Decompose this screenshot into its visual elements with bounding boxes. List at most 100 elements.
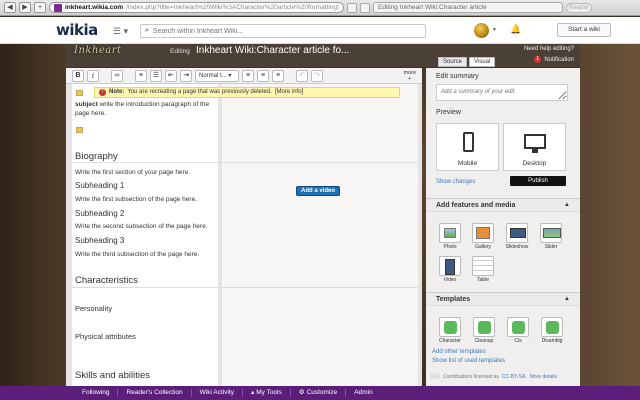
- intro-paragraph[interactable]: subject write the introduction paragraph…: [75, 100, 209, 118]
- add-video-button[interactable]: Add a video: [296, 186, 340, 196]
- subheading-3-text[interactable]: Write the third subsection of the page h…: [75, 250, 199, 259]
- heading-skills[interactable]: Skills and abilities: [75, 370, 150, 381]
- collapse-icon[interactable]: ▲: [564, 202, 570, 208]
- refresh-icon[interactable]: [347, 2, 357, 13]
- edit-summary-input[interactable]: [436, 84, 568, 101]
- heading-biography[interactable]: Biography: [75, 151, 118, 162]
- notification-link[interactable]: 1 Notification: [534, 56, 574, 63]
- template-label: Cleanup: [474, 338, 494, 344]
- features-title: Add features and media: [436, 202, 516, 209]
- feature-label: Gallery: [475, 244, 491, 250]
- url-path: /index.php?title=Inkheart%20Wiki%3AChara…: [126, 4, 339, 11]
- preview-mobile-button[interactable]: Mobile: [436, 123, 499, 171]
- numbered-list-icon[interactable]: ☰: [150, 69, 162, 82]
- feature-video[interactable]: Video: [438, 256, 462, 284]
- video-icon: [439, 256, 461, 276]
- bookmark-icon[interactable]: [360, 2, 370, 13]
- undo-icon[interactable]: ↶: [296, 69, 308, 82]
- heading-subheading-3[interactable]: Subheading 3: [75, 236, 124, 245]
- templates-title: Templates: [436, 296, 471, 303]
- link-icon[interactable]: ∞: [111, 69, 123, 82]
- image-placeholder-icon[interactable]: [76, 127, 83, 133]
- align-center-icon[interactable]: ≡: [257, 69, 269, 82]
- chevron-down-icon[interactable]: ▼: [492, 27, 497, 33]
- template-cls[interactable]: Cls: [506, 317, 530, 345]
- template-character[interactable]: Character: [438, 317, 462, 345]
- wiki-wordmark[interactable]: Inkheart: [74, 45, 134, 65]
- add-other-templates-link[interactable]: Add other templates: [432, 349, 486, 355]
- image-placeholder-icon[interactable]: [76, 90, 83, 96]
- heading-subheading-2[interactable]: Subheading 2: [75, 209, 124, 218]
- align-left-icon[interactable]: ≡: [242, 69, 254, 82]
- subheading-1-text[interactable]: Write the first subsection of the page h…: [75, 195, 197, 204]
- wikia-logo[interactable]: wikia: [56, 21, 98, 39]
- subheading-2-text[interactable]: Write the second subsection of the page …: [75, 222, 208, 231]
- search-input[interactable]: [152, 27, 421, 35]
- infobox-column[interactable]: [222, 84, 418, 386]
- toolbar-readers-collection[interactable]: Reader's Collection: [118, 389, 192, 397]
- tab-source[interactable]: Source: [438, 57, 468, 67]
- page-title-field[interactable]: Editing Inkheart Wiki:Character article: [373, 2, 563, 13]
- heading-physical-attributes[interactable]: Physical attributes: [75, 332, 136, 341]
- feature-slideshow[interactable]: Slideshow: [505, 223, 529, 251]
- license-details-link[interactable]: More details: [530, 374, 557, 380]
- toolbar-customize[interactable]: ⚙ Customize: [291, 389, 347, 397]
- search-box[interactable]: ⌕: [140, 24, 426, 38]
- feature-label: Table: [477, 277, 489, 283]
- monitor-stand: [532, 149, 538, 153]
- puzzle-piece: [444, 321, 457, 334]
- start-wiki-button[interactable]: Start a wiki: [557, 23, 611, 37]
- biography-text[interactable]: Write the first section of your page her…: [75, 168, 190, 177]
- show-used-templates-link[interactable]: Show list of used templates: [432, 358, 505, 364]
- feature-photo[interactable]: Photo: [438, 223, 462, 251]
- tab-visual[interactable]: Visual: [469, 57, 496, 67]
- hamburger-menu-icon[interactable]: ☰ ▾: [113, 26, 128, 37]
- warning-icon: !: [99, 89, 106, 96]
- heading-personality[interactable]: Personality: [75, 304, 112, 313]
- preview-desktop-button[interactable]: Desktop: [503, 123, 566, 171]
- templates-header[interactable]: Templates ▲: [426, 292, 580, 306]
- toolbar-admin[interactable]: Admin: [346, 389, 380, 397]
- feature-slider[interactable]: Slider: [539, 223, 563, 251]
- feature-table[interactable]: Table: [471, 256, 495, 284]
- preview-title: Preview: [436, 109, 461, 116]
- show-changes-link[interactable]: Show changes: [436, 179, 475, 185]
- edit-area[interactable]: ! Note: You are recreating a page that w…: [66, 84, 422, 386]
- template-cleanup[interactable]: Cleanup: [472, 317, 496, 345]
- publish-button[interactable]: Publish: [510, 176, 566, 186]
- help-editing-link[interactable]: Need help editing?: [524, 46, 574, 52]
- notification-label: Notification: [544, 56, 574, 63]
- indent-icon[interactable]: ⇥: [180, 69, 192, 82]
- template-disambig[interactable]: Disambig: [540, 317, 564, 345]
- favicon-icon: [54, 3, 62, 12]
- reader-button[interactable]: Reader: [566, 2, 592, 13]
- features-header[interactable]: Add features and media ▲: [426, 198, 580, 212]
- add-bookmark-icon[interactable]: +: [34, 2, 46, 13]
- address-bar[interactable]: inkheart.wikia.com /index.php?title=Inkh…: [49, 2, 344, 13]
- redo-icon[interactable]: ↷: [311, 69, 323, 82]
- notifications-bell-icon[interactable]: 🔔: [510, 24, 521, 35]
- align-right-icon[interactable]: ≡: [272, 69, 284, 82]
- intro-text: write the introduction paragraph of the: [99, 101, 210, 108]
- italic-button[interactable]: i: [87, 69, 99, 82]
- toolbar-following[interactable]: Following: [74, 389, 119, 397]
- note-label: Note:: [109, 89, 125, 95]
- bullet-list-icon[interactable]: ≡: [135, 69, 147, 82]
- puzzle-icon: [439, 317, 461, 337]
- tab-title: Editing Inkheart Wiki:Character article: [378, 4, 487, 11]
- format-select[interactable]: Normal t... ▾: [195, 69, 239, 82]
- avatar[interactable]: [474, 23, 489, 38]
- heading-subheading-1[interactable]: Subheading 1: [75, 181, 124, 190]
- collapse-icon[interactable]: ▲: [564, 296, 570, 302]
- toolbar-wiki-activity[interactable]: Wiki Activity: [192, 389, 243, 397]
- forward-icon[interactable]: ▶: [19, 2, 31, 13]
- license-link[interactable]: CC-BY-SA.: [502, 374, 527, 380]
- feature-gallery[interactable]: Gallery: [471, 223, 495, 251]
- heading-characteristics[interactable]: Characteristics: [75, 275, 138, 286]
- back-icon[interactable]: ◀: [4, 2, 16, 13]
- outdent-icon[interactable]: ⇤: [165, 69, 177, 82]
- more-info-link[interactable]: [More info]: [275, 88, 303, 97]
- more-button[interactable]: more +: [403, 70, 416, 82]
- toolbar-my-tools[interactable]: ▴ My Tools: [243, 389, 291, 397]
- bold-button[interactable]: B: [72, 69, 84, 82]
